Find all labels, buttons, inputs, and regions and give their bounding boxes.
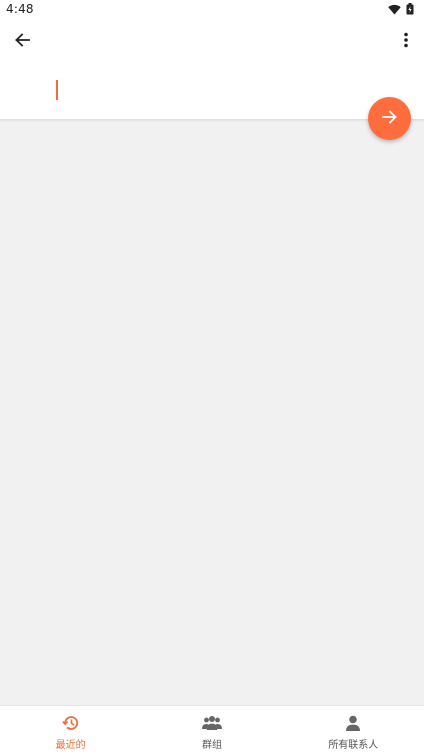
tab-groups-label: 群组: [201, 740, 222, 751]
history-icon: [61, 714, 81, 732]
next-fab-button[interactable]: [368, 97, 411, 140]
status-bar: 4:48: [0, 0, 424, 20]
tab-groups[interactable]: 群组: [141, 706, 282, 754]
top-app-bar: [0, 20, 424, 119]
tab-all-contacts-label: 所有联系人: [328, 740, 379, 751]
tab-recent[interactable]: 最近的: [0, 706, 141, 754]
status-time: 4:48: [6, 2, 34, 16]
text-cursor: [56, 80, 58, 100]
recipient-input[interactable]: [52, 76, 352, 104]
app-bar-shadow: [0, 119, 424, 122]
overflow-menu-button[interactable]: [394, 28, 418, 56]
more-vert-icon: [404, 32, 408, 52]
arrow-right-icon: [381, 109, 398, 129]
status-icons: [388, 2, 414, 15]
app-root: 4:48 最近的 群组 所有联系人: [0, 0, 424, 754]
back-button[interactable]: [8, 28, 36, 56]
group-icon: [201, 714, 222, 732]
battery-icon: [406, 0, 414, 19]
wifi-icon: [388, 0, 401, 19]
tab-all-contacts[interactable]: 所有联系人: [283, 706, 424, 754]
bottom-navigation: 最近的 群组 所有联系人: [0, 705, 424, 754]
person-icon: [343, 714, 363, 732]
arrow-left-icon: [14, 32, 30, 52]
tab-recent-label: 最近的: [55, 740, 86, 751]
